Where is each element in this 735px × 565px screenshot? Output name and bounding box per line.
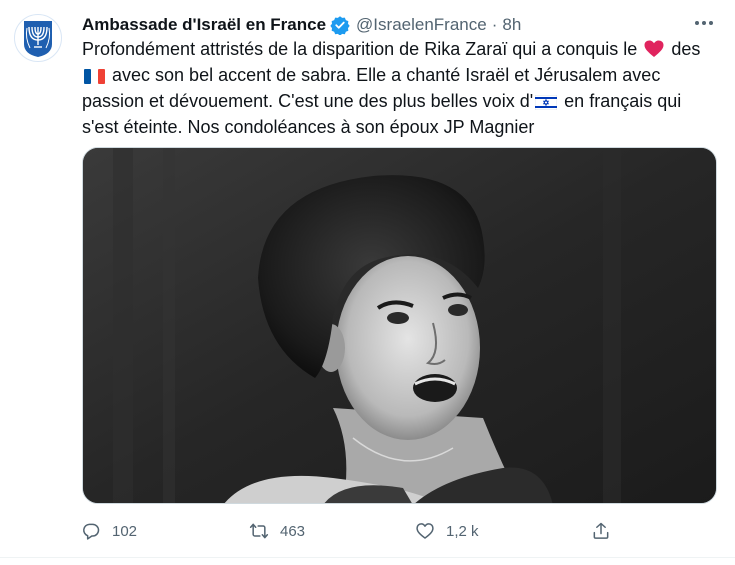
tweet-text-part2: des xyxy=(671,39,701,59)
tweet-header: Ambassade d'Israël en France @IsraelenFr… xyxy=(82,12,722,38)
display-name[interactable]: Ambassade d'Israël en France xyxy=(82,15,326,35)
tweet-text-part1: Profondément attristés de la disparition… xyxy=(82,39,638,59)
like-button[interactable]: 1,2 k xyxy=(408,514,479,548)
like-heart-icon xyxy=(408,514,442,548)
retweet-button[interactable]: 463 xyxy=(242,514,305,548)
more-options-icon[interactable] xyxy=(690,12,718,34)
tweet-text: Profondément attristés de la disparition… xyxy=(82,38,722,139)
reply-count: 102 xyxy=(112,522,138,540)
tweet-actions: 102 463 1,2 k xyxy=(82,514,622,548)
avatar[interactable] xyxy=(14,14,62,62)
timestamp[interactable]: 8h xyxy=(502,15,521,35)
flag-france-icon xyxy=(84,67,105,90)
flag-israel-icon xyxy=(534,93,558,116)
retweet-count: 463 xyxy=(280,522,306,540)
red-heart-icon xyxy=(644,40,664,64)
separator-dot: · xyxy=(491,15,498,34)
verified-badge-icon xyxy=(330,15,350,35)
tweet[interactable]: Ambassade d'Israël en France @IsraelenFr… xyxy=(0,0,735,565)
reply-button[interactable]: 102 xyxy=(74,514,137,548)
retweet-icon xyxy=(242,514,276,548)
tweet-divider xyxy=(0,557,735,558)
tweet-photo[interactable] xyxy=(82,147,717,504)
reply-icon xyxy=(74,514,108,548)
menorah-emblem-icon xyxy=(24,21,52,57)
share-icon xyxy=(584,514,618,548)
like-count: 1,2 k xyxy=(446,522,479,540)
share-button[interactable] xyxy=(584,514,618,548)
handle[interactable]: @IsraelenFrance xyxy=(356,15,487,35)
photo-image xyxy=(83,148,716,503)
